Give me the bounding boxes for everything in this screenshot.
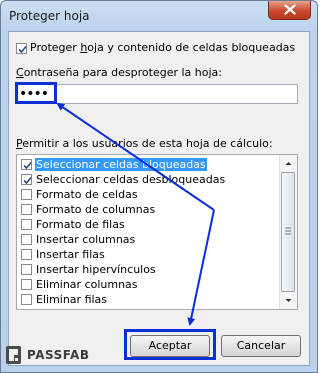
arrow-to-ok-button: [187, 209, 215, 326]
arrow-to-password: [56, 102, 215, 211]
annotation-arrows: [56, 102, 215, 326]
